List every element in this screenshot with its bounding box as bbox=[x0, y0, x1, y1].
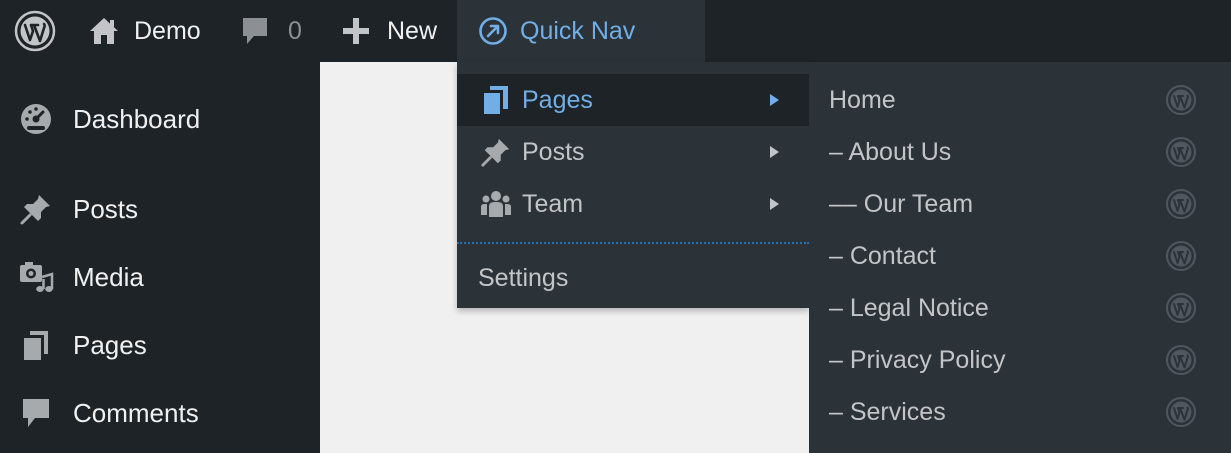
wordpress-logo-icon bbox=[1166, 137, 1196, 167]
quick-nav-item-team[interactable]: Team bbox=[457, 178, 809, 230]
pages-icon bbox=[18, 327, 54, 363]
quick-nav-item-label: Team bbox=[522, 189, 584, 218]
quick-nav-item-posts[interactable]: Posts bbox=[457, 126, 809, 178]
wordpress-logo-icon bbox=[1166, 241, 1196, 271]
pages-submenu: Home – About Us –– Our Team – Contact – … bbox=[809, 62, 1231, 453]
admin-sidebar: Dashboard Posts Media Pages Comments bbox=[0, 62, 320, 453]
sidebar-item-label: Media bbox=[73, 261, 144, 292]
new-label: New bbox=[387, 16, 438, 45]
new-content-menu[interactable]: New bbox=[341, 0, 437, 62]
wordpress-logo-icon bbox=[1166, 397, 1196, 427]
quick-nav-settings[interactable]: Settings bbox=[457, 252, 809, 304]
quick-nav-item-pages[interactable]: Pages bbox=[457, 74, 809, 126]
quick-nav-dropdown: Pages Posts Team Settings bbox=[457, 62, 809, 308]
quick-nav-item-label: Posts bbox=[522, 137, 585, 166]
pushpin-icon bbox=[18, 191, 54, 227]
wordpress-logo-icon bbox=[1166, 85, 1196, 115]
wordpress-logo-icon bbox=[1166, 345, 1196, 375]
site-name: Demo bbox=[134, 16, 201, 45]
page-item-home[interactable]: Home bbox=[809, 74, 1231, 126]
chevron-right-icon bbox=[770, 198, 779, 210]
comments-menu[interactable]: 0 bbox=[240, 0, 302, 62]
home-icon bbox=[88, 16, 120, 46]
sidebar-item-label: Comments bbox=[73, 397, 199, 428]
sidebar-item-pages[interactable]: Pages bbox=[0, 320, 320, 370]
pages-icon bbox=[480, 84, 512, 116]
dashboard-gauge-icon bbox=[18, 101, 54, 137]
sidebar-item-comments[interactable]: Comments bbox=[0, 388, 320, 438]
media-camera-icon bbox=[18, 259, 54, 295]
page-item-label: – About Us bbox=[829, 137, 952, 166]
plus-icon bbox=[341, 16, 371, 46]
sidebar-item-label: Pages bbox=[73, 329, 147, 360]
page-item-label: – Contact bbox=[829, 241, 937, 270]
wordpress-logo-icon bbox=[14, 10, 56, 52]
quick-nav-label: Quick Nav bbox=[520, 16, 636, 45]
page-item-label: –– Our Team bbox=[829, 189, 974, 218]
sidebar-item-media[interactable]: Media bbox=[0, 252, 320, 302]
page-item-contact[interactable]: – Contact bbox=[809, 230, 1231, 282]
comment-bubble-icon bbox=[18, 395, 54, 431]
chevron-right-icon bbox=[770, 146, 779, 158]
page-item-about-us[interactable]: – About Us bbox=[809, 126, 1231, 178]
page-item-label: – Services bbox=[829, 397, 946, 426]
groups-icon bbox=[480, 188, 512, 220]
sidebar-item-label: Posts bbox=[73, 193, 139, 224]
wordpress-logo-icon bbox=[1166, 293, 1196, 323]
page-item-services[interactable]: – Services bbox=[809, 386, 1231, 438]
quick-nav-menu[interactable]: Quick Nav bbox=[457, 0, 705, 62]
quick-nav-item-label: Pages bbox=[522, 85, 593, 114]
wp-logo-menu[interactable] bbox=[0, 0, 70, 62]
page-item-legal-notice[interactable]: – Legal Notice bbox=[809, 282, 1231, 334]
sidebar-item-posts[interactable]: Posts bbox=[0, 184, 320, 234]
comment-bubble-icon bbox=[240, 15, 270, 47]
page-item-label: – Legal Notice bbox=[829, 293, 989, 322]
wordpress-logo-icon bbox=[1166, 189, 1196, 219]
site-name-menu[interactable]: Demo bbox=[88, 0, 201, 62]
page-item-privacy-policy[interactable]: – Privacy Policy bbox=[809, 334, 1231, 386]
page-item-label: – Privacy Policy bbox=[829, 345, 1006, 374]
chevron-right-icon bbox=[770, 94, 779, 106]
page-item-our-team[interactable]: –– Our Team bbox=[809, 178, 1231, 230]
page-item-label: Home bbox=[829, 85, 896, 114]
pushpin-icon bbox=[480, 136, 512, 168]
sidebar-item-label: Dashboard bbox=[73, 103, 201, 134]
admin-bar: Demo 0 New Quick Nav bbox=[0, 0, 1231, 62]
comments-count: 0 bbox=[288, 16, 302, 45]
divider bbox=[457, 242, 809, 244]
external-arrow-circle-icon bbox=[478, 16, 508, 46]
sidebar-item-dashboard[interactable]: Dashboard bbox=[0, 94, 320, 144]
